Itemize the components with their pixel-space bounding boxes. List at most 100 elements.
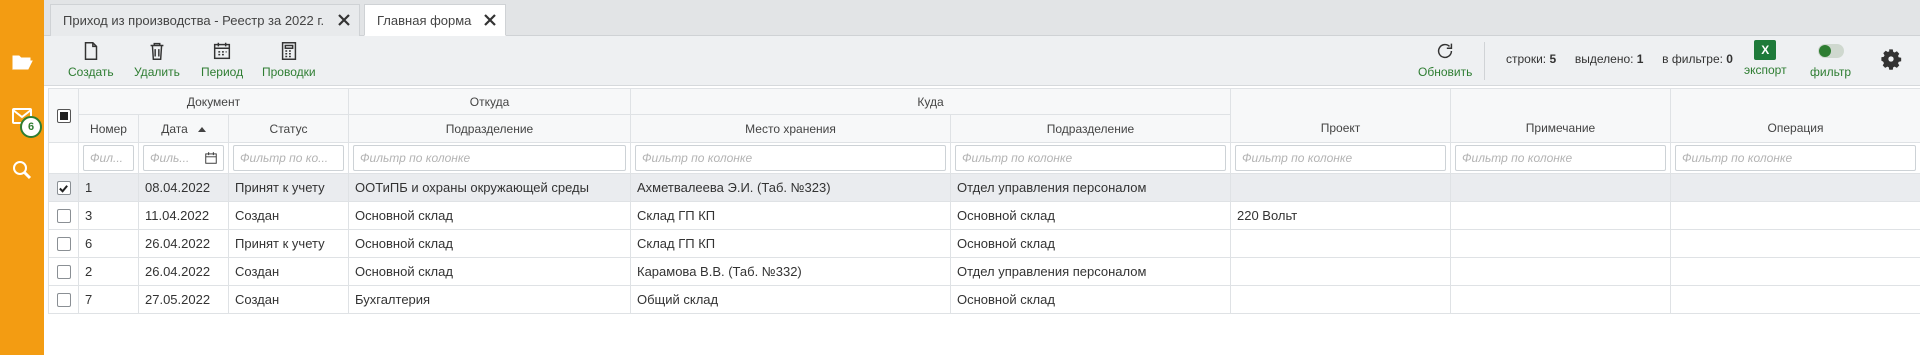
cell-status[interactable]: Принят к учету bbox=[228, 229, 349, 258]
cell-operation[interactable] bbox=[1670, 201, 1920, 230]
table-row[interactable]: 6 26.04.2022 Принят к учету Основной склад С… bbox=[48, 229, 1920, 258]
cell-project[interactable]: 220 Вольт bbox=[1230, 201, 1451, 230]
cell-date[interactable]: 27.05.2022 bbox=[138, 285, 229, 314]
col-header-date[interactable]: Дата bbox=[138, 114, 229, 143]
export-button[interactable]: X экспорт bbox=[1744, 40, 1787, 77]
row-checkbox[interactable] bbox=[56, 265, 71, 280]
cell-note[interactable] bbox=[1450, 257, 1671, 286]
cell-date[interactable]: 26.04.2022 bbox=[138, 229, 229, 258]
cell-from-division[interactable]: ООТиПБ и охраны окружающей среды bbox=[348, 173, 631, 202]
cell-status[interactable]: Создан bbox=[228, 285, 349, 314]
cell-operation[interactable] bbox=[1670, 285, 1920, 314]
row-checkbox[interactable] bbox=[56, 209, 71, 224]
row-checkbox[interactable] bbox=[56, 293, 71, 308]
postings-label: Проводки bbox=[262, 65, 316, 79]
cell-status[interactable]: Создан bbox=[228, 257, 349, 286]
cell-storage[interactable]: Карамова В.В. (Таб. №332) bbox=[630, 257, 951, 286]
folder-open-icon bbox=[12, 55, 33, 70]
cell-note[interactable] bbox=[1450, 201, 1671, 230]
cell-from-division[interactable]: Основной склад bbox=[348, 229, 631, 258]
postings-button[interactable]: Проводки bbox=[262, 40, 316, 79]
period-button[interactable]: Период bbox=[201, 40, 243, 79]
delete-button[interactable]: Удалить bbox=[134, 40, 180, 79]
cell-from-division[interactable]: Основной склад bbox=[348, 201, 631, 230]
cell-storage[interactable]: Ахметвалеева Э.И. (Таб. №323) bbox=[630, 173, 951, 202]
cell-to-division[interactable]: Основной склад bbox=[950, 285, 1231, 314]
col-header-from-division[interactable]: Подразделение bbox=[348, 114, 631, 143]
table-row[interactable]: 3 11.04.2022 Создан Основной склад Склад ГП … bbox=[48, 201, 1920, 230]
cell-from-division[interactable]: Основной склад bbox=[348, 257, 631, 286]
create-button[interactable]: Создать bbox=[68, 40, 114, 79]
cell-note[interactable] bbox=[1450, 229, 1671, 258]
cell-number[interactable]: 6 bbox=[78, 229, 139, 258]
filter-to-division-input[interactable] bbox=[955, 145, 1226, 171]
cell-project[interactable] bbox=[1230, 229, 1451, 258]
cell-status[interactable]: Принят к учету bbox=[228, 173, 349, 202]
tab-main-form[interactable]: Главная форма bbox=[364, 4, 506, 36]
folder-open-button[interactable] bbox=[0, 42, 44, 82]
col-header-status[interactable]: Статус bbox=[228, 114, 349, 143]
select-all-checkbox[interactable] bbox=[56, 108, 71, 123]
filter-toggle[interactable]: фильтр bbox=[1810, 40, 1851, 79]
filter-status-input[interactable] bbox=[233, 145, 344, 171]
cell-number[interactable]: 2 bbox=[78, 257, 139, 286]
cell-number[interactable]: 1 bbox=[78, 173, 139, 202]
table-row[interactable]: 1 08.04.2022 Принят к учету ООТиПБ и охраны… bbox=[48, 173, 1920, 202]
cell-storage[interactable]: Склад ГП КП bbox=[630, 201, 951, 230]
col-header-number[interactable]: Номер bbox=[78, 114, 139, 143]
filter-note-input[interactable] bbox=[1455, 145, 1666, 171]
cell-to-division[interactable]: Основной склад bbox=[950, 201, 1231, 230]
filter-number-input[interactable] bbox=[83, 145, 134, 171]
cell-project[interactable] bbox=[1230, 173, 1451, 202]
search-icon bbox=[13, 161, 32, 180]
cell-operation[interactable] bbox=[1670, 257, 1920, 286]
cell-to-division[interactable]: Отдел управления персоналом bbox=[950, 173, 1231, 202]
gear-icon bbox=[1881, 49, 1902, 70]
left-sidebar: 6 bbox=[0, 0, 44, 355]
col-header-to-division[interactable]: Подразделение bbox=[950, 114, 1231, 143]
row-select-cell bbox=[48, 285, 79, 314]
app-window: 6 Приход из производства - Реестр за 202… bbox=[0, 0, 1920, 355]
row-checkbox[interactable] bbox=[56, 237, 71, 252]
cell-storage[interactable]: Общий склад bbox=[630, 285, 951, 314]
cell-project[interactable] bbox=[1230, 285, 1451, 314]
col-header-storage[interactable]: Место хранения bbox=[630, 114, 951, 143]
cell-date[interactable]: 11.04.2022 bbox=[138, 201, 229, 230]
tab-registry[interactable]: Приход из производства - Реестр за 2022 … bbox=[50, 4, 360, 36]
refresh-label: Обновить bbox=[1418, 65, 1473, 79]
cell-to-division[interactable]: Основной склад bbox=[950, 229, 1231, 258]
filter-storage-input[interactable] bbox=[635, 145, 946, 171]
col-header-note[interactable]: Примечание bbox=[1450, 88, 1671, 143]
close-icon[interactable] bbox=[337, 13, 351, 27]
settings-button[interactable] bbox=[1880, 48, 1902, 70]
col-header-operation[interactable]: Операция bbox=[1670, 88, 1920, 143]
close-icon[interactable] bbox=[483, 13, 497, 27]
cell-to-division[interactable]: Отдел управления персоналом bbox=[950, 257, 1231, 286]
cell-project[interactable] bbox=[1230, 257, 1451, 286]
calendar-icon[interactable] bbox=[204, 151, 218, 165]
cell-storage[interactable]: Склад ГП КП bbox=[630, 229, 951, 258]
sort-ascending-icon bbox=[197, 126, 206, 132]
cell-note[interactable] bbox=[1450, 173, 1671, 202]
cell-operation[interactable] bbox=[1670, 229, 1920, 258]
cell-status[interactable]: Создан bbox=[228, 201, 349, 230]
cell-number[interactable]: 3 bbox=[78, 201, 139, 230]
cell-operation[interactable] bbox=[1670, 173, 1920, 202]
table-row[interactable]: 2 26.04.2022 Создан Основной склад Карамова … bbox=[48, 257, 1920, 286]
search-button[interactable] bbox=[0, 150, 44, 190]
refresh-button[interactable]: Обновить bbox=[1418, 40, 1472, 79]
cell-date[interactable]: 08.04.2022 bbox=[138, 173, 229, 202]
cell-number[interactable]: 7 bbox=[78, 285, 139, 314]
cell-from-division[interactable]: Бухгалтерия bbox=[348, 285, 631, 314]
data-grid: Документ Откуда Куда Проект Примечание О… bbox=[48, 88, 1920, 314]
row-checkbox[interactable] bbox=[56, 181, 71, 196]
col-header-project[interactable]: Проект bbox=[1230, 88, 1451, 143]
cell-date[interactable]: 26.04.2022 bbox=[138, 257, 229, 286]
filter-project-input[interactable] bbox=[1235, 145, 1446, 171]
group-header-from: Откуда bbox=[348, 88, 631, 115]
filter-operation-input[interactable] bbox=[1675, 145, 1916, 171]
cell-note[interactable] bbox=[1450, 285, 1671, 314]
table-row[interactable]: 7 27.05.2022 Создан Бухгалтерия Общий склад О… bbox=[48, 285, 1920, 314]
filter-label: фильтр bbox=[1810, 65, 1852, 79]
filter-from-division-input[interactable] bbox=[353, 145, 626, 171]
